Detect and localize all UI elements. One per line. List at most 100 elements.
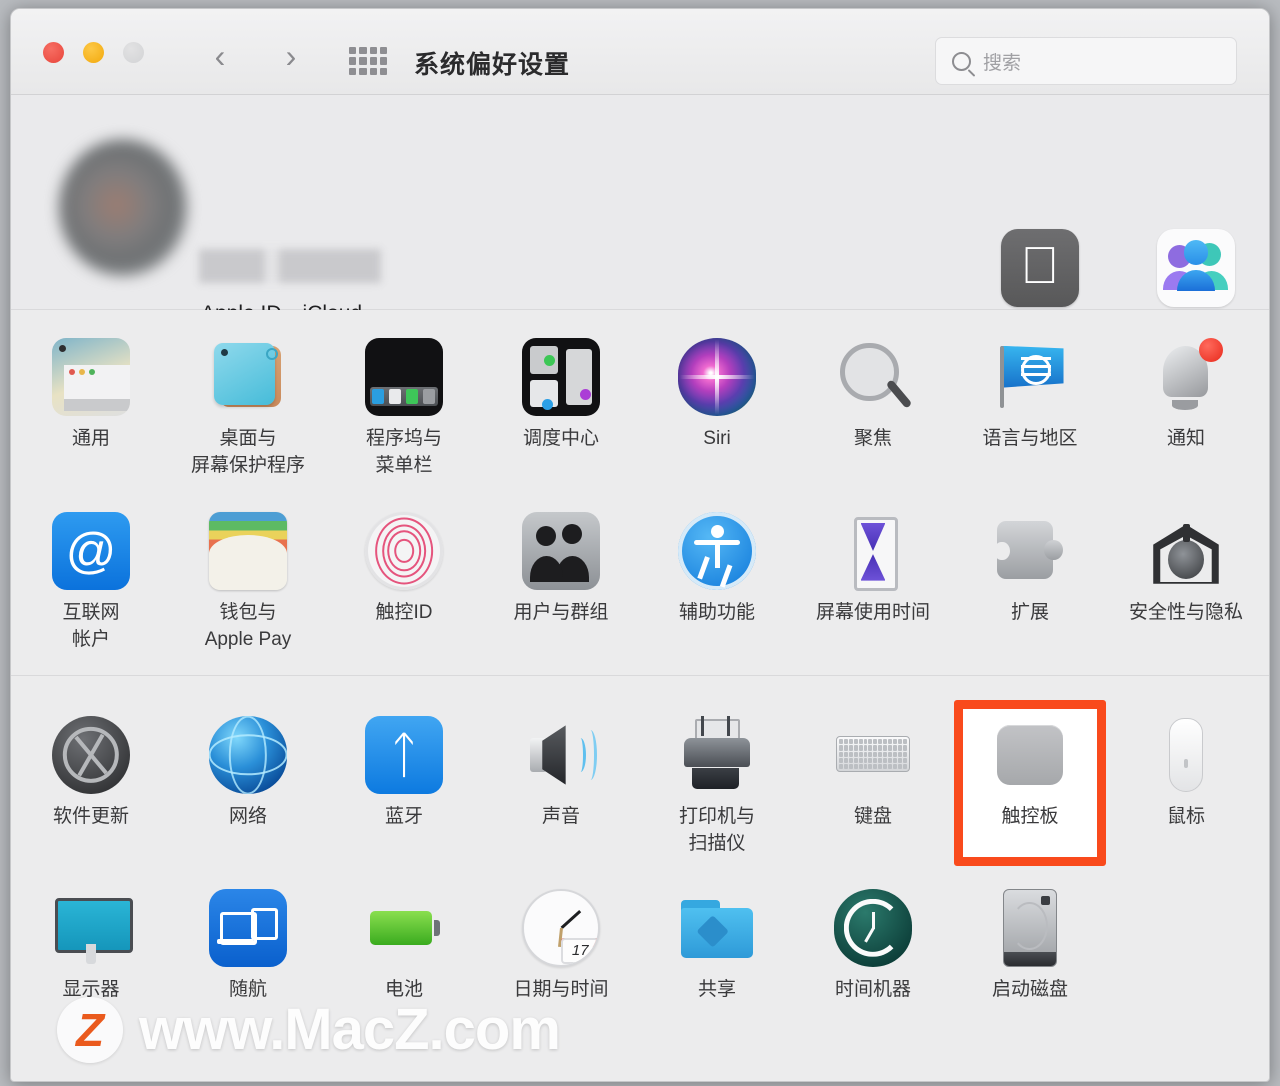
keyboard-icon <box>834 716 912 794</box>
general-icon <box>52 338 130 416</box>
pref-language-region[interactable]: 语言与地区 <box>952 338 1108 452</box>
pref-label: 鼠标 <box>1166 806 1205 827</box>
pref-label: 共享 <box>697 979 736 1000</box>
pref-mouse[interactable]: 鼠标 <box>1108 716 1264 830</box>
time-machine-icon <box>834 889 912 967</box>
pref-software-update[interactable]: 软件更新 <box>13 716 169 830</box>
security-privacy-icon <box>1147 512 1225 590</box>
apple-id-band[interactable]: Apple ID、iCloud  Apple ID 家人共享 <box>11 95 1269 345</box>
chevron-left-icon: ‹ <box>214 38 226 74</box>
pref-network[interactable]: 网络 <box>170 716 326 830</box>
language-region-icon <box>991 338 1069 416</box>
network-icon <box>209 716 287 794</box>
pref-label: 桌面与 屏幕保护程序 <box>190 428 305 476</box>
users-groups-icon <box>522 512 600 590</box>
pref-notifications[interactable]: 通知 <box>1108 338 1264 452</box>
pref-label: 调度中心 <box>522 428 599 449</box>
pref-label: 钱包与 Apple Pay <box>204 602 292 650</box>
pref-general[interactable]: 通用 <box>13 338 169 452</box>
pref-accessibility[interactable]: 辅助功能 <box>639 512 795 626</box>
title-bar: ‹ › 系统偏好设置 搜索 <box>11 9 1269 95</box>
pref-label: 网络 <box>228 806 267 827</box>
displays-icon <box>52 889 133 967</box>
search-field[interactable]: 搜索 <box>935 37 1237 85</box>
pref-sidecar[interactable]: 随航 <box>170 889 326 1003</box>
notifications-icon <box>1147 338 1225 416</box>
pref-keyboard[interactable]: 键盘 <box>795 716 951 830</box>
pref-displays[interactable]: 显示器 <box>13 889 169 1003</box>
pref-wallet-applepay[interactable]: 钱包与 Apple Pay <box>170 512 326 653</box>
pref-label: 键盘 <box>853 806 892 827</box>
pref-extensions[interactable]: 扩展 <box>952 512 1108 626</box>
traffic-lights <box>43 42 144 63</box>
search-icon <box>952 51 971 71</box>
pref-label: 时间机器 <box>834 979 911 1000</box>
pref-label: Siri <box>703 428 731 449</box>
pref-label: 用户与群组 <box>513 602 609 623</box>
pref-date-time[interactable]: 17 日期与时间 <box>483 889 639 1003</box>
pref-label: 语言与地区 <box>982 428 1078 449</box>
pref-touch-id[interactable]: 触控ID <box>326 512 482 626</box>
battery-icon <box>365 889 443 967</box>
pref-security-privacy[interactable]: 安全性与隐私 <box>1108 512 1264 626</box>
show-all-icon[interactable] <box>349 47 387 75</box>
internet-accounts-icon: @ <box>52 512 130 590</box>
pref-label: 触控板 <box>1001 806 1059 827</box>
apple-logo-icon:  <box>1001 229 1079 307</box>
screen-time-icon <box>834 512 912 592</box>
avatar <box>59 139 187 276</box>
pref-label: 互联网 帐户 <box>62 602 120 650</box>
pref-spotlight[interactable]: 聚焦 <box>795 338 951 452</box>
wallet-applepay-icon <box>209 512 287 590</box>
pref-time-machine[interactable]: 时间机器 <box>795 889 951 1003</box>
watermark: Z www.MacZ.com <box>57 996 561 1063</box>
pref-label: 安全性与隐私 <box>1128 602 1243 623</box>
preferences-section-personal: 通用 桌面与 屏幕保护程序 程序坞与 菜单栏 调度中心 Siri 聚焦 语言与地… <box>11 310 1269 676</box>
pref-internet-accounts[interactable]: @ 互联网 帐户 <box>13 512 169 653</box>
pref-bluetooth[interactable]: ᛏ 蓝牙 <box>326 716 482 830</box>
pref-label: 打印机与 扫描仪 <box>678 806 755 854</box>
zoom-button[interactable] <box>123 42 144 63</box>
pref-users-groups[interactable]: 用户与群组 <box>483 512 639 626</box>
startup-disk-icon <box>991 889 1069 967</box>
close-button[interactable] <box>43 42 64 63</box>
accessibility-icon <box>678 512 756 590</box>
pref-label: 通知 <box>1166 428 1205 449</box>
pref-label: 触控ID <box>375 602 433 623</box>
chevron-right-icon: › <box>285 38 297 74</box>
extensions-icon <box>991 512 1069 590</box>
mouse-icon <box>1147 716 1225 794</box>
pref-label: 程序坞与 菜单栏 <box>365 428 442 476</box>
search-placeholder: 搜索 <box>983 52 1022 74</box>
pref-sharing[interactable]: 共享 <box>639 889 795 1003</box>
page-title: 系统偏好设置 <box>414 51 571 79</box>
pref-mission-control[interactable]: 调度中心 <box>483 338 639 452</box>
desktop-screensaver-icon <box>209 338 287 416</box>
pref-printers-scanners[interactable]: 打印机与 扫描仪 <box>639 716 795 857</box>
pref-screen-time[interactable]: 屏幕使用时间 <box>795 512 951 626</box>
pref-battery[interactable]: 电池 <box>326 889 482 1003</box>
software-update-icon <box>52 716 130 794</box>
system-preferences-window: ‹ › 系统偏好设置 搜索 Apple ID、iCloud  Apple ID <box>10 8 1270 1082</box>
dock-menubar-icon <box>365 338 443 416</box>
pref-desktop-screensaver[interactable]: 桌面与 屏幕保护程序 <box>170 338 326 479</box>
pref-dock-menubar[interactable]: 程序坞与 菜单栏 <box>326 338 482 479</box>
pref-siri[interactable]: Siri <box>639 338 795 452</box>
minimize-button[interactable] <box>83 42 104 63</box>
pref-trackpad[interactable]: 触控板 <box>952 700 1108 866</box>
sidecar-icon <box>209 889 287 967</box>
pref-label: 软件更新 <box>52 806 129 827</box>
pref-label: 聚焦 <box>853 428 892 449</box>
bluetooth-icon: ᛏ <box>365 716 443 794</box>
macz-logo-icon: Z <box>57 996 123 1063</box>
family-sharing-icon <box>1157 229 1235 307</box>
watermark-text: www.MacZ.com <box>139 997 561 1062</box>
pref-sound[interactable]: 声音 <box>483 716 639 830</box>
pref-label: 辅助功能 <box>678 602 755 623</box>
back-button[interactable]: ‹ <box>203 39 237 73</box>
printers-scanners-icon <box>678 716 756 794</box>
pref-startup-disk[interactable]: 启动磁盘 <box>952 889 1108 1003</box>
forward-button[interactable]: › <box>274 39 308 73</box>
calendar-day: 17 <box>561 938 598 964</box>
pref-label: 声音 <box>541 806 580 827</box>
